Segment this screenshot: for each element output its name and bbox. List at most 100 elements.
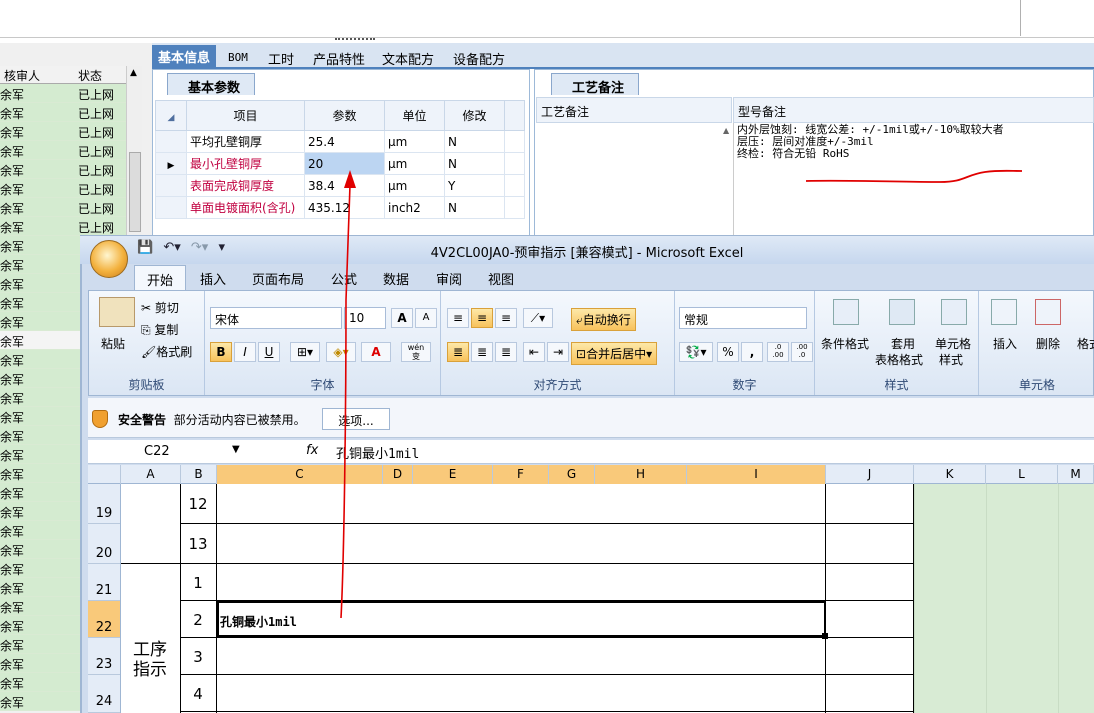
table-row[interactable]: ▶ 最小孔壁铜厚 20 μm N	[155, 152, 525, 175]
bold-button[interactable]: B	[210, 342, 232, 362]
tab-text-recipe[interactable]: 文本配方	[376, 47, 440, 69]
name-box-dropdown-icon[interactable]: ▼	[232, 444, 240, 455]
format-painter-button[interactable]: 🖌格式刷	[141, 343, 192, 360]
conditional-format-button[interactable]: 条件格式	[821, 335, 869, 352]
table-row[interactable]: 平均孔壁铜厚 25.4 μm N	[155, 130, 525, 153]
merged-cell-a21[interactable]: 工序 指示	[130, 640, 170, 680]
format-cells-button[interactable]: 格式	[1077, 335, 1094, 352]
table-row[interactable]: 单面电镀面积(含孔) 435.12 inch2 N	[155, 196, 525, 219]
table-format-button-line1[interactable]: 套用	[891, 335, 915, 352]
phonetic-guide-button[interactable]: wén 变	[401, 342, 431, 362]
cell-b19[interactable]: 12	[181, 495, 215, 513]
header-status[interactable]: 状态	[78, 67, 102, 84]
list-item[interactable]: 余军 已上网	[0, 84, 126, 103]
fill-color-icon[interactable]: ◈▾	[326, 342, 356, 362]
cell-b23[interactable]: 3	[181, 648, 215, 666]
param-value[interactable]: 20	[304, 152, 385, 175]
row-header-21[interactable]: 21	[88, 564, 120, 601]
row-header[interactable]	[155, 174, 187, 197]
borders-icon[interactable]: ⊞▾	[290, 342, 320, 362]
col-unit[interactable]: 单位	[384, 100, 445, 131]
redo-icon[interactable]: ↷▾	[191, 240, 208, 255]
col-header-c[interactable]: C	[217, 465, 383, 484]
grow-font-button[interactable]: A	[391, 308, 413, 328]
col-header-h[interactable]: H	[595, 465, 687, 484]
list-item[interactable]: 余军 已上网	[0, 160, 126, 179]
align-left-icon[interactable]: ≣	[447, 342, 469, 362]
undo-icon[interactable]: ↶▾	[163, 240, 180, 255]
scroll-up-icon[interactable]: ▲	[723, 126, 729, 135]
row-header-22[interactable]: 22	[88, 601, 120, 638]
list-item[interactable]: 余军 已上网	[0, 141, 126, 160]
merge-center-button[interactable]: ⊡合并后居中▾	[571, 342, 658, 365]
save-icon[interactable]: 💾	[137, 240, 153, 255]
font-color-button[interactable]: A	[361, 342, 391, 362]
align-bottom-icon[interactable]: ≡	[495, 308, 517, 328]
row-header-23[interactable]: 23	[88, 638, 120, 675]
insert-cells-button[interactable]: 插入	[993, 335, 1017, 352]
underline-button[interactable]: U	[258, 342, 280, 362]
ribbon-tab-formulas[interactable]: 公式	[331, 269, 357, 288]
list-item[interactable]: 余军 已上网	[0, 179, 126, 198]
tab-product-features[interactable]: 产品特性	[307, 47, 371, 69]
customize-qat-icon[interactable]: ▾	[218, 240, 225, 255]
header-reviewer[interactable]: 核审人	[4, 67, 40, 84]
param-value[interactable]: 38.4	[304, 174, 385, 197]
scroll-thumb[interactable]	[129, 152, 141, 232]
list-item[interactable]: 余军 已上网	[0, 217, 126, 236]
tab-basic-info[interactable]: 基本信息	[152, 45, 217, 69]
percent-button[interactable]: %	[717, 342, 739, 362]
orientation-icon[interactable]: ⟋▾	[523, 308, 553, 328]
col-header-m[interactable]: M	[1058, 465, 1094, 484]
col-header-d[interactable]: D	[383, 465, 413, 484]
cell-style-button-line1[interactable]: 单元格	[935, 335, 971, 352]
row-header-19[interactable]: 19	[88, 484, 120, 524]
italic-button[interactable]: I	[234, 342, 256, 362]
ribbon-tab-data[interactable]: 数据	[383, 269, 409, 288]
col-tech-notes[interactable]: 工艺备注	[536, 97, 732, 123]
row-header-24[interactable]: 24	[88, 675, 120, 713]
param-value[interactable]: 25.4	[304, 130, 385, 153]
cell-b21[interactable]: 1	[181, 574, 215, 592]
number-format-select[interactable]: 常规	[679, 307, 807, 329]
tab-bom[interactable]: BOM	[222, 47, 254, 69]
table-row[interactable]: 表面完成铜厚度 38.4 μm Y	[155, 174, 525, 197]
tab-equipment-recipe[interactable]: 设备配方	[447, 47, 511, 69]
align-center-icon[interactable]: ≣	[471, 342, 493, 362]
col-header-i[interactable]: I	[687, 465, 826, 484]
ribbon-tab-view[interactable]: 视图	[488, 269, 514, 288]
col-item[interactable]: 项目	[186, 100, 305, 131]
table-format-button[interactable]: 表格格式	[875, 351, 923, 368]
cell-b24[interactable]: 4	[181, 685, 215, 703]
ribbon-tab-home[interactable]: 开始	[134, 265, 187, 290]
accounting-format-icon[interactable]: 💱▾	[679, 342, 713, 362]
tab-work-hours[interactable]: 工时	[262, 47, 300, 69]
increase-indent-icon[interactable]: ⇥	[547, 342, 569, 362]
comma-button[interactable]: ,	[741, 342, 763, 362]
row-header[interactable]	[155, 196, 187, 219]
cell-b20[interactable]: 13	[181, 535, 215, 553]
current-row-indicator-icon[interactable]: ▶	[155, 152, 187, 175]
col-header-b[interactable]: B	[181, 465, 217, 484]
left-scrollbar[interactable]: ▲	[126, 66, 142, 236]
ribbon-tab-page-layout[interactable]: 页面布局	[252, 269, 304, 288]
decrease-indent-icon[interactable]: ⇤	[523, 342, 545, 362]
active-cell-c22[interactable]	[217, 601, 826, 637]
formula-input[interactable]: 孔铜最小1mil	[336, 443, 419, 462]
paste-button[interactable]: 粘贴	[101, 335, 125, 352]
tab-basic-params[interactable]: 基本参数	[167, 73, 256, 96]
insert-function-button[interactable]: fx	[306, 443, 318, 458]
decrease-decimal-button[interactable]: .00 .0	[791, 342, 813, 362]
row-header[interactable]	[155, 130, 187, 153]
param-value[interactable]: 435.12	[304, 196, 385, 219]
options-button[interactable]: 选项...	[322, 408, 390, 430]
col-header-e[interactable]: E	[413, 465, 493, 484]
align-middle-icon[interactable]: ≡	[471, 308, 493, 328]
scroll-up-icon[interactable]: ▲	[130, 68, 137, 78]
col-header-k[interactable]: K	[914, 465, 986, 484]
col-header-g[interactable]: G	[549, 465, 595, 484]
model-notes-text[interactable]: 内外层蚀刻: 线宽公差: +/-1mil或+/-10%取较大者 层压: 层间对准…	[737, 124, 1087, 160]
fill-handle[interactable]	[822, 633, 828, 639]
ribbon-tab-review[interactable]: 审阅	[436, 269, 462, 288]
col-modify[interactable]: 修改	[444, 100, 505, 131]
